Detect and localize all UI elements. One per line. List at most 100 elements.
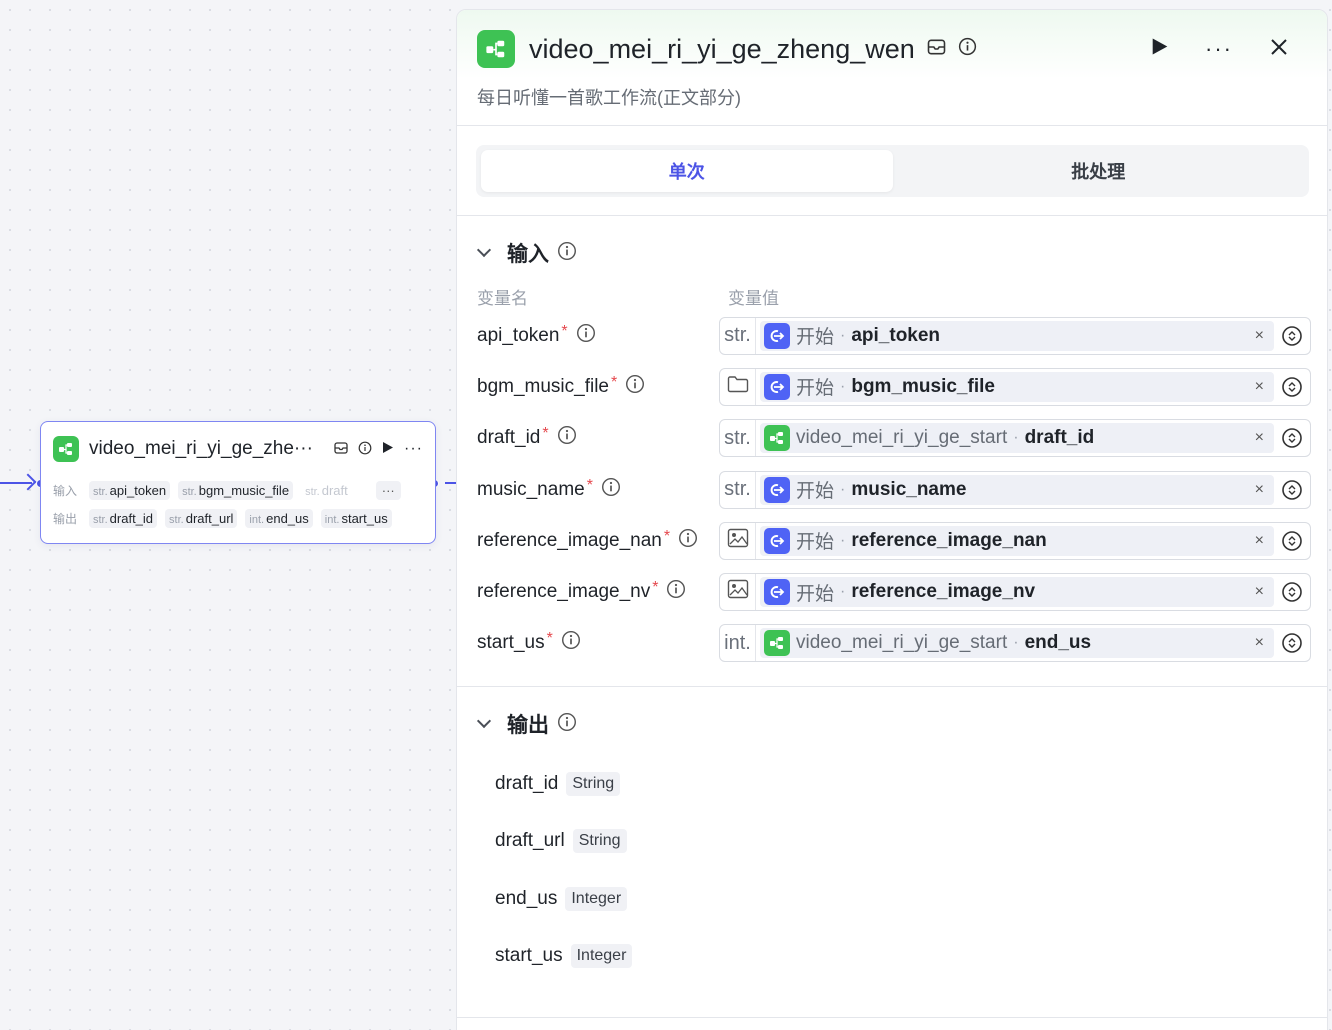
node-title: video_mei_ri_yi_ge_zhe··· <box>89 438 311 459</box>
swap-icon[interactable] <box>1280 574 1310 610</box>
node-inputs-row: 输入 str. api_token str. bgm_music_file str.… <box>41 476 435 504</box>
chevron-down-icon[interactable] <box>476 713 492 729</box>
variable-reference[interactable]: 开始 · reference_image_nan × <box>760 525 1274 556</box>
input-value-field[interactable]: str. 开始 · api_token × <box>719 316 1311 355</box>
reference-source: 开始 <box>796 481 835 503</box>
workflow-icon <box>764 630 790 657</box>
workflow-node[interactable]: video_mei_ri_yi_ge_zhe··· ··· 输入 str. api… <box>40 421 436 544</box>
variable-reference[interactable]: 开始 · api_token × <box>760 320 1274 351</box>
info-icon[interactable] <box>557 712 577 737</box>
output-type-badge: Integer <box>565 886 628 911</box>
clear-icon[interactable]: × <box>1255 481 1264 499</box>
input-variable-row: draft_id * str. video_mei_ri_yi_ge_start… <box>457 413 1327 464</box>
output-variable-row: draft_id String <box>457 755 1327 813</box>
run-button[interactable] <box>1151 37 1169 61</box>
start-node-icon <box>764 527 790 554</box>
type-indicator: str. <box>720 317 756 354</box>
input-variable-name: api_token <box>477 324 560 346</box>
node-inputs-label: 输入 <box>53 483 78 498</box>
input-value-field[interactable]: 开始 · bgm_music_file × <box>719 367 1311 406</box>
chevron-down-icon[interactable] <box>476 242 492 258</box>
clear-icon[interactable]: × <box>1255 327 1264 345</box>
swap-icon[interactable] <box>1280 318 1310 354</box>
panel-title: video_mei_ri_yi_ge_zheng_wen <box>529 33 915 64</box>
clear-icon[interactable]: × <box>1255 532 1264 550</box>
clear-icon[interactable]: × <box>1255 378 1264 396</box>
tab-single[interactable]: 单次 <box>481 150 893 192</box>
required-mark: * <box>652 579 659 597</box>
swap-icon[interactable] <box>1280 420 1310 456</box>
input-value-field[interactable]: 开始 · reference_image_nan × <box>719 521 1311 560</box>
input-variable-row: start_us * int. video_mei_ri_yi_ge_start… <box>457 618 1327 669</box>
info-icon[interactable] <box>678 528 698 554</box>
output-variable-name: end_us <box>495 887 558 909</box>
input-value-field[interactable]: str. video_mei_ri_yi_ge_start · draft_id… <box>719 419 1311 458</box>
swap-icon[interactable] <box>1280 369 1310 405</box>
swap-icon[interactable] <box>1280 472 1310 508</box>
clear-icon[interactable]: × <box>1255 634 1264 652</box>
node-outputs-row: 输出 str. draft_id str. draft_url int. end_us… <box>41 504 435 532</box>
info-icon[interactable] <box>358 441 372 458</box>
inputs-section-title: 输入 <box>507 243 549 266</box>
variable-reference[interactable]: video_mei_ri_yi_ge_start · draft_id × <box>760 423 1274 454</box>
required-mark: * <box>586 476 593 494</box>
reference-source: 开始 <box>796 327 835 349</box>
variable-reference[interactable]: video_mei_ri_yi_ge_start · end_us × <box>760 628 1274 659</box>
outputs-section-header[interactable]: 输出 <box>457 709 1327 739</box>
start-node-icon <box>764 476 790 503</box>
output-type-badge: String <box>572 829 627 854</box>
type-indicator <box>720 368 756 405</box>
archive-icon[interactable] <box>927 39 946 60</box>
info-icon[interactable] <box>625 374 645 400</box>
swap-icon[interactable] <box>1280 523 1310 559</box>
node-more-icon[interactable]: ··· <box>404 440 423 458</box>
input-variable-name: music_name <box>477 478 585 500</box>
variable-reference[interactable]: 开始 · reference_image_nv × <box>760 577 1274 608</box>
run-mode-switch: 单次 批处理 <box>476 145 1309 197</box>
info-icon[interactable] <box>557 425 577 451</box>
input-value-field[interactable]: str. 开始 · music_name × <box>719 470 1311 509</box>
column-header-name: 变量名 <box>477 288 528 308</box>
required-mark: * <box>542 425 549 443</box>
node-output-tag: str. draft_id <box>89 508 158 528</box>
close-icon[interactable] <box>1269 37 1289 62</box>
info-icon[interactable] <box>576 323 596 349</box>
more-icon[interactable]: ··· <box>1205 38 1233 60</box>
tab-batch[interactable]: 批处理 <box>893 150 1305 192</box>
reference-variable: reference_image_nv <box>851 581 1036 603</box>
node-input-tag: str. bgm_music_file <box>178 480 294 500</box>
clear-icon[interactable]: × <box>1255 429 1264 447</box>
info-icon[interactable] <box>666 579 686 605</box>
input-value-field[interactable]: int. video_mei_ri_yi_ge_start · end_us × <box>719 624 1311 663</box>
info-icon[interactable] <box>557 241 577 266</box>
info-icon[interactable] <box>601 477 621 503</box>
input-variable-name: start_us <box>477 632 545 654</box>
swap-icon[interactable] <box>1280 625 1310 661</box>
type-indicator: str. <box>720 471 756 508</box>
archive-icon[interactable] <box>334 441 348 457</box>
input-value-field[interactable]: 开始 · reference_image_nv × <box>719 573 1311 612</box>
image-icon <box>727 528 749 554</box>
outputs-section: 输出 draft_id String draft_url String end_… <box>457 687 1327 985</box>
start-node-icon <box>764 322 790 349</box>
reference-variable: end_us <box>1024 632 1092 654</box>
info-icon[interactable] <box>561 630 581 656</box>
variable-reference[interactable]: 开始 · bgm_music_file × <box>760 371 1274 402</box>
folder-icon <box>727 375 749 399</box>
panel-divider <box>457 1017 1327 1018</box>
reference-source: video_mei_ri_yi_ge_start <box>796 632 1008 654</box>
type-indicator: str. <box>720 420 756 457</box>
inputs-section-header[interactable]: 输入 <box>457 238 1327 268</box>
info-icon[interactable] <box>958 37 977 61</box>
node-inputs-more-button[interactable]: ··· <box>375 480 401 500</box>
input-variable-name: reference_image_nan <box>477 529 662 551</box>
panel-description: 每日听懂一首歌工作流(正文部分) <box>477 88 741 108</box>
node-output-tag: int. end_us <box>245 508 313 528</box>
variable-reference[interactable]: 开始 · music_name × <box>760 474 1274 505</box>
clear-icon[interactable]: × <box>1255 583 1264 601</box>
output-type-badge: String <box>566 771 621 796</box>
output-variable-row: draft_url String <box>457 813 1327 871</box>
column-header-value: 变量值 <box>728 288 779 308</box>
run-node-icon[interactable] <box>382 441 394 457</box>
reference-source: 开始 <box>796 532 835 554</box>
